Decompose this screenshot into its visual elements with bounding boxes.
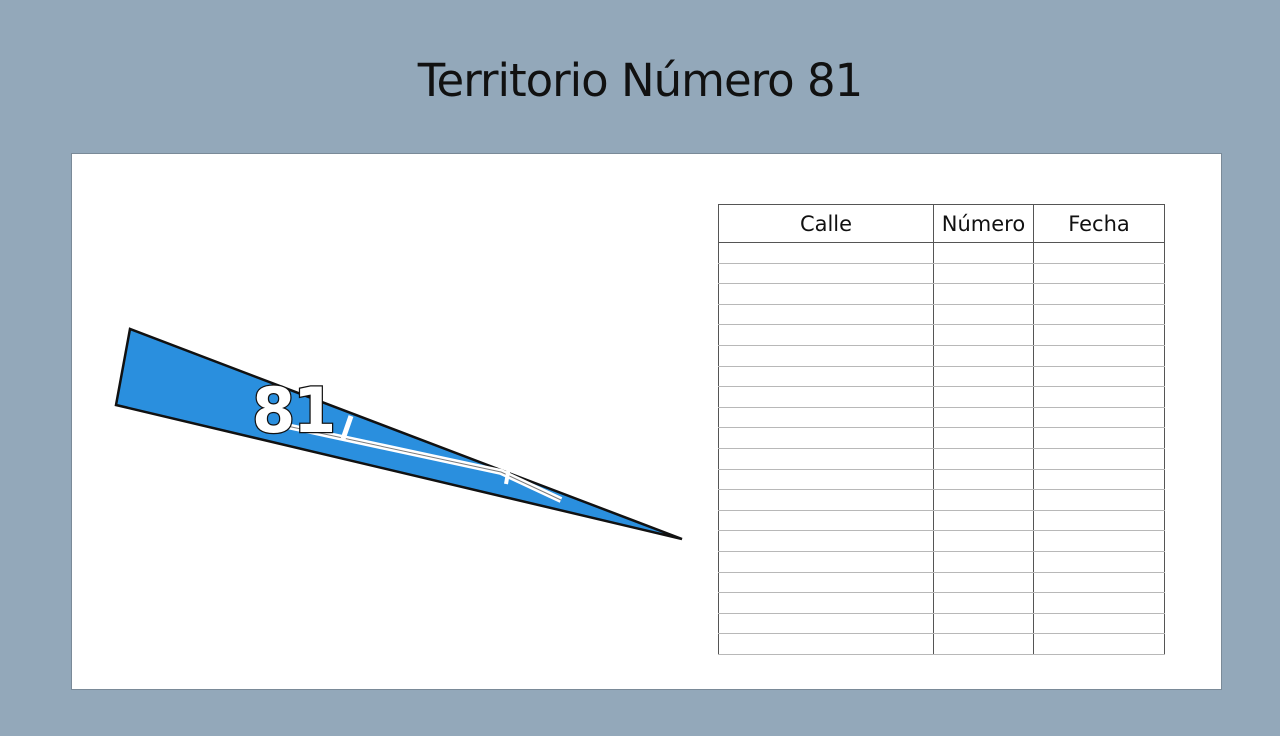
table-row <box>718 406 1165 429</box>
cell-numero[interactable] <box>933 509 1034 532</box>
cell-numero[interactable] <box>933 633 1034 655</box>
cell-calle[interactable] <box>718 592 934 614</box>
cell-numero[interactable] <box>933 489 1034 511</box>
cell-fecha[interactable] <box>1033 242 1165 264</box>
table-row <box>718 633 1165 655</box>
table-row <box>718 509 1165 532</box>
table-row <box>718 344 1165 367</box>
table-row <box>718 303 1165 326</box>
cell-calle[interactable] <box>718 344 934 367</box>
cell-numero[interactable] <box>933 530 1034 552</box>
table-row <box>718 242 1165 264</box>
cell-numero[interactable] <box>933 612 1034 635</box>
cell-numero[interactable] <box>933 365 1034 388</box>
cell-fecha[interactable] <box>1033 427 1165 449</box>
cell-fecha[interactable] <box>1033 324 1165 346</box>
cell-calle[interactable] <box>718 365 934 388</box>
cell-fecha[interactable] <box>1033 262 1165 285</box>
cell-fecha[interactable] <box>1033 509 1165 532</box>
table-row <box>718 489 1165 511</box>
cell-fecha[interactable] <box>1033 530 1165 552</box>
table-row <box>718 571 1165 594</box>
cell-fecha[interactable] <box>1033 303 1165 326</box>
cell-fecha[interactable] <box>1033 386 1165 408</box>
cell-fecha[interactable] <box>1033 344 1165 367</box>
cell-numero[interactable] <box>933 303 1034 326</box>
table-row <box>718 612 1165 635</box>
cell-fecha[interactable] <box>1033 365 1165 388</box>
cell-calle[interactable] <box>718 303 934 326</box>
cell-fecha[interactable] <box>1033 633 1165 655</box>
table-row <box>718 262 1165 285</box>
cell-fecha[interactable] <box>1033 406 1165 429</box>
cell-numero[interactable] <box>933 571 1034 594</box>
cell-calle[interactable] <box>718 571 934 594</box>
cell-calle[interactable] <box>718 324 934 346</box>
territory-card: 81 Calle Número Fecha <box>71 153 1222 690</box>
table-row <box>718 283 1165 305</box>
cell-fecha[interactable] <box>1033 571 1165 594</box>
cell-numero[interactable] <box>933 592 1034 614</box>
record-table: Calle Número Fecha <box>718 204 1165 655</box>
cell-fecha[interactable] <box>1033 447 1165 470</box>
table-row <box>718 324 1165 346</box>
cell-numero[interactable] <box>933 344 1034 367</box>
page-title: Territorio Número 81 <box>417 54 864 107</box>
cell-fecha[interactable] <box>1033 468 1165 491</box>
cell-fecha[interactable] <box>1033 592 1165 614</box>
record-table-body <box>718 242 1165 655</box>
cell-calle[interactable] <box>718 283 934 305</box>
cell-numero[interactable] <box>933 262 1034 285</box>
territory-map: 81 <box>114 327 683 541</box>
cell-fecha[interactable] <box>1033 550 1165 573</box>
cell-calle[interactable] <box>718 447 934 470</box>
table-row <box>718 447 1165 470</box>
cell-numero[interactable] <box>933 550 1034 573</box>
column-header-fecha: Fecha <box>1033 204 1165 243</box>
cell-numero[interactable] <box>933 447 1034 470</box>
cell-calle[interactable] <box>718 242 934 264</box>
table-row <box>718 427 1165 449</box>
table-row <box>718 468 1165 491</box>
cell-calle[interactable] <box>718 468 934 491</box>
cell-calle[interactable] <box>718 530 934 552</box>
cell-numero[interactable] <box>933 386 1034 408</box>
table-row <box>718 550 1165 573</box>
cell-numero[interactable] <box>933 468 1034 491</box>
column-header-calle: Calle <box>718 204 934 243</box>
cell-calle[interactable] <box>718 489 934 511</box>
territory-polygon <box>114 327 683 541</box>
table-row <box>718 592 1165 614</box>
cell-calle[interactable] <box>718 509 934 532</box>
cell-fecha[interactable] <box>1033 283 1165 305</box>
cell-numero[interactable] <box>933 283 1034 305</box>
cell-calle[interactable] <box>718 386 934 408</box>
cell-calle[interactable] <box>718 262 934 285</box>
column-header-numero: Número <box>933 204 1034 243</box>
cell-calle[interactable] <box>718 406 934 429</box>
cell-numero[interactable] <box>933 324 1034 346</box>
cell-fecha[interactable] <box>1033 612 1165 635</box>
table-header-row: Calle Número Fecha <box>718 204 1165 243</box>
cell-calle[interactable] <box>718 633 934 655</box>
cell-fecha[interactable] <box>1033 489 1165 511</box>
table-row <box>718 365 1165 388</box>
cell-calle[interactable] <box>718 612 934 635</box>
cell-calle[interactable] <box>718 427 934 449</box>
table-row <box>718 530 1165 552</box>
cell-numero[interactable] <box>933 406 1034 429</box>
table-row <box>718 386 1165 408</box>
cell-numero[interactable] <box>933 242 1034 264</box>
territory-number-label: 81 <box>252 374 334 447</box>
cell-numero[interactable] <box>933 427 1034 449</box>
cell-calle[interactable] <box>718 550 934 573</box>
